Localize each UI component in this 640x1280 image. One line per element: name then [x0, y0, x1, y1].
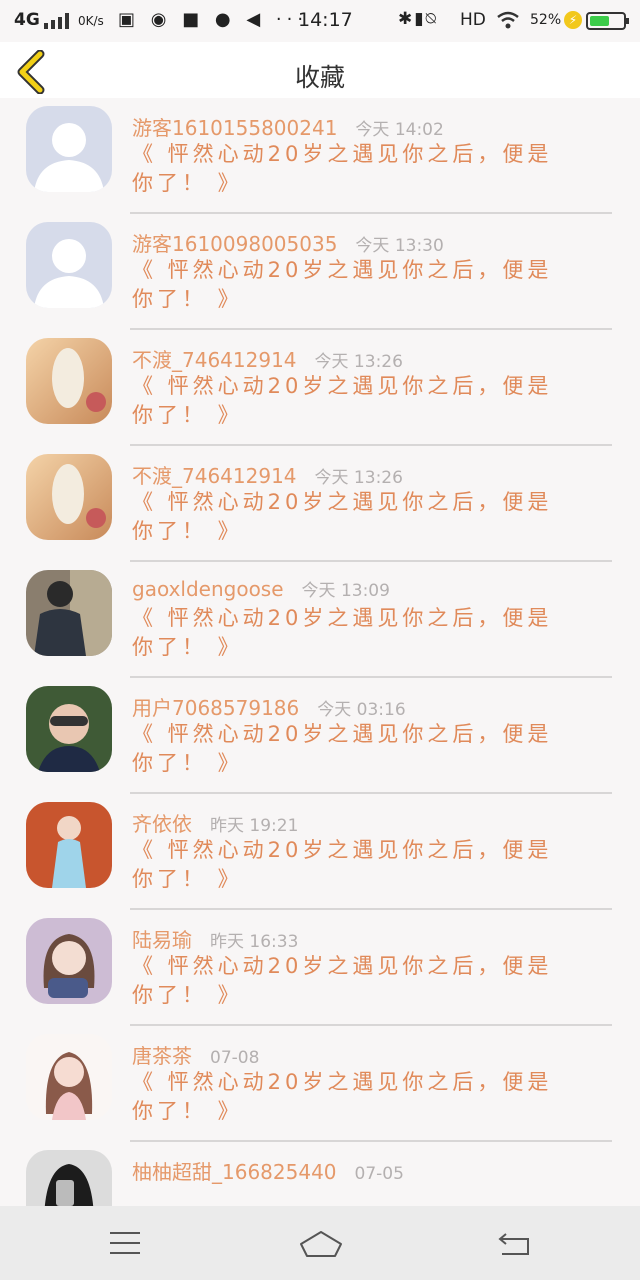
home-button[interactable] — [298, 1226, 344, 1260]
avatar[interactable] — [26, 222, 112, 308]
list-item[interactable]: gaoxldengoose 今天 13:09 《 怦然心动20岁之遇见你之后，便是… — [0, 562, 640, 678]
avatar[interactable] — [26, 106, 112, 192]
timestamp: 昨天 19:21 — [210, 816, 299, 836]
clock: 14:17 — [298, 9, 353, 31]
signal-bars-icon — [44, 13, 69, 29]
list-item[interactable]: 陆易瑜 昨天 16:33 《 怦然心动20岁之遇见你之后，便是你了！ 》 — [0, 910, 640, 1026]
network-speed: 0K/s — [78, 14, 104, 28]
message-text[interactable]: 《 怦然心动20岁之遇见你之后，便是你了！ 》 — [132, 1068, 572, 1126]
list-item[interactable]: 游客1610098005035 今天 13:30 《 怦然心动20岁之遇见你之后，… — [0, 214, 640, 330]
avatar[interactable] — [26, 686, 112, 772]
message-text[interactable]: 《 怦然心动20岁之遇见你之后，便是你了！ 》 — [132, 488, 572, 546]
message-text[interactable]: 《 怦然心动20岁之遇见你之后，便是你了！ 》 — [132, 836, 572, 894]
avatar[interactable] — [26, 1034, 112, 1120]
list-item[interactable]: 齐依依 昨天 19:21 《 怦然心动20岁之遇见你之后，便是你了！ 》 — [0, 794, 640, 910]
user-name[interactable]: 游客1610155800241 — [132, 116, 337, 140]
system-nav-bar — [0, 1206, 640, 1280]
list-item[interactable]: 不渡_746412914 今天 13:26 《 怦然心动20岁之遇见你之后，便是你… — [0, 446, 640, 562]
user-name[interactable]: 不渡_746412914 — [132, 348, 297, 372]
header: 收藏 — [0, 42, 640, 98]
timestamp: 今天 13:26 — [314, 468, 403, 488]
user-name[interactable]: 游客1610098005035 — [132, 232, 337, 256]
list-item[interactable]: 游客1610155800241 今天 14:02 《 怦然心动20岁之遇见你之后，… — [0, 98, 640, 214]
timestamp: 07-08 — [210, 1048, 260, 1068]
bluetooth-icon: ✱▮⍉ — [398, 9, 438, 29]
message-text[interactable]: 《 怦然心动20岁之遇见你之后，便是你了！ 》 — [132, 952, 572, 1010]
battery-icon — [586, 12, 629, 30]
charging-icon: ⚡ — [564, 11, 582, 29]
signal-indicator: 4G — [14, 10, 40, 30]
battery-percent: 52% — [530, 12, 562, 28]
user-name[interactable]: 唐茶茶 — [132, 1044, 192, 1068]
timestamp: 昨天 16:33 — [210, 932, 299, 952]
timestamp: 今天 03:16 — [317, 700, 406, 720]
avatar[interactable] — [26, 570, 112, 656]
avatar[interactable] — [26, 1150, 112, 1206]
timestamp: 今天 14:02 — [355, 120, 444, 140]
favorites-list: 游客1610155800241 今天 14:02 《 怦然心动20岁之遇见你之后，… — [0, 98, 640, 1206]
menu-button[interactable] — [106, 1226, 146, 1260]
user-name[interactable]: 柚柚超甜_166825440 — [132, 1160, 337, 1184]
hd-indicator: HD — [460, 10, 486, 30]
list-item[interactable]: 柚柚超甜_166825440 07-05 — [0, 1142, 640, 1206]
timestamp: 07-05 — [354, 1164, 404, 1184]
wifi-icon — [497, 11, 519, 29]
menu-icon — [110, 1232, 140, 1254]
list-item[interactable]: 唐茶茶 07-08 《 怦然心动20岁之遇见你之后，便是你了！ 》 — [0, 1026, 640, 1142]
timestamp: 今天 13:26 — [314, 352, 403, 372]
status-bar: 4G 0K/s ▣ ◉ ■ ● ◀ ··· 14:17 ✱▮⍉ HD 52% ⚡ — [0, 0, 640, 42]
user-name[interactable]: gaoxldengoose — [132, 577, 284, 601]
user-name[interactable]: 陆易瑜 — [132, 928, 192, 952]
message-text[interactable]: 《 怦然心动20岁之遇见你之后，便是你了！ 》 — [132, 372, 572, 430]
timestamp: 今天 13:30 — [355, 236, 444, 256]
timestamp: 今天 13:09 — [301, 581, 390, 601]
list-item[interactable]: 不渡_746412914 今天 13:26 《 怦然心动20岁之遇见你之后，便是你… — [0, 330, 640, 446]
avatar[interactable] — [26, 802, 112, 888]
page-title: 收藏 — [294, 63, 345, 92]
avatar[interactable] — [26, 918, 112, 1004]
user-name[interactable]: 不渡_746412914 — [132, 464, 297, 488]
avatar[interactable] — [26, 338, 112, 424]
back-nav-button[interactable] — [496, 1226, 536, 1260]
user-name[interactable]: 用户7068579186 — [132, 696, 299, 720]
notification-icons: ▣ ◉ ■ ● ◀ ··· — [118, 9, 309, 30]
message-text[interactable]: 《 怦然心动20岁之遇见你之后，便是你了！ 》 — [132, 604, 572, 662]
message-text[interactable]: 《 怦然心动20岁之遇见你之后，便是你了！ 》 — [132, 256, 572, 314]
return-icon — [498, 1233, 529, 1255]
avatar[interactable] — [26, 454, 112, 540]
home-icon — [300, 1231, 342, 1257]
list-item[interactable]: 用户7068579186 今天 03:16 《 怦然心动20岁之遇见你之后，便是你… — [0, 678, 640, 794]
message-text[interactable]: 《 怦然心动20岁之遇见你之后，便是你了！ 》 — [132, 720, 572, 778]
message-text[interactable]: 《 怦然心动20岁之遇见你之后，便是你了！ 》 — [132, 140, 572, 198]
user-name[interactable]: 齐依依 — [132, 812, 192, 836]
